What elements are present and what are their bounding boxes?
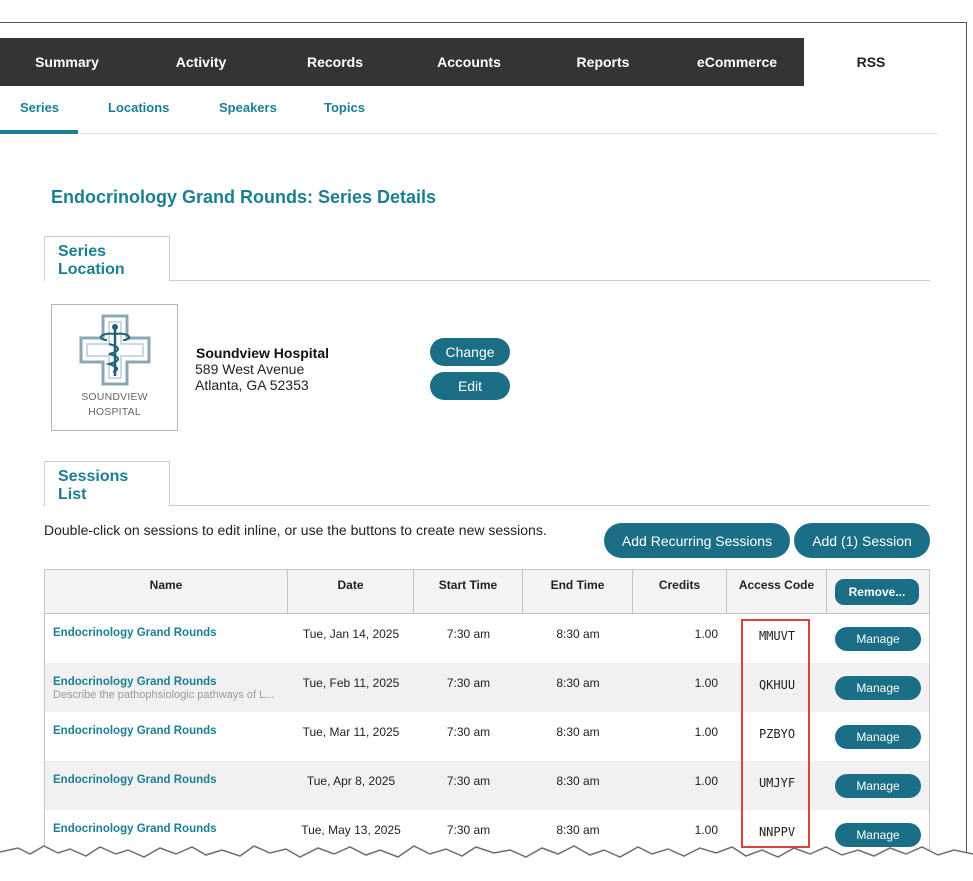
subtab-topics[interactable]: Topics xyxy=(324,100,365,115)
session-description: Describe the pathophsiologic pathways of… xyxy=(53,689,275,701)
add-session-button[interactable]: Add (1) Session xyxy=(794,523,930,558)
tab-ecommerce[interactable]: eCommerce xyxy=(670,38,804,86)
manage-button[interactable]: Manage xyxy=(835,627,921,651)
session-date: Tue, Apr 8, 2025 xyxy=(306,774,396,788)
session-end-time: 8:30 am xyxy=(556,627,600,641)
access-code-highlight xyxy=(741,619,810,848)
manage-button[interactable]: Manage xyxy=(835,774,921,798)
top-nav: Summary Activity Records Accounts Report… xyxy=(0,38,938,86)
sessions-list-tab-line1: Sessions xyxy=(58,468,129,485)
manage-button[interactable]: Manage xyxy=(835,725,921,749)
tab-records[interactable]: Records xyxy=(268,38,402,86)
subtab-speakers[interactable]: Speakers xyxy=(219,100,277,115)
sessions-instruction: Double-click on sessions to edit inline,… xyxy=(44,522,547,538)
session-date: Tue, Feb 11, 2025 xyxy=(302,676,400,690)
column-header-name[interactable]: Name xyxy=(45,570,288,613)
remove-button[interactable]: Remove... xyxy=(835,579,919,605)
session-date: Tue, Jan 14, 2025 xyxy=(302,627,400,641)
session-start-time: 7:30 am xyxy=(446,627,491,641)
tab-summary[interactable]: Summary xyxy=(0,38,134,86)
divider xyxy=(169,280,930,281)
column-header-date[interactable]: Date xyxy=(288,570,414,613)
session-name-link[interactable]: Endocrinology Grand Rounds xyxy=(53,627,288,639)
medical-cross-icon xyxy=(79,314,151,386)
session-start-time: 7:30 am xyxy=(446,774,491,788)
session-start-time: 7:30 am xyxy=(446,725,491,739)
session-credits: 1.00 xyxy=(694,627,718,641)
logo-text-line1: SOUNDVIEW xyxy=(81,391,148,403)
column-header-access-code[interactable]: Access Code xyxy=(727,570,827,613)
session-end-time: 8:30 am xyxy=(556,725,600,739)
session-name-link[interactable]: Endocrinology Grand Rounds xyxy=(53,774,288,786)
subtab-series[interactable]: Series xyxy=(20,100,59,115)
sub-nav: Series Locations Speakers Topics xyxy=(0,86,938,134)
logo-text-line2: HOSPITAL xyxy=(88,406,141,418)
column-header-end-time[interactable]: End Time xyxy=(523,570,633,613)
session-name-link[interactable]: Endocrinology Grand Rounds xyxy=(53,676,288,688)
divider xyxy=(169,505,930,506)
add-recurring-sessions-button[interactable]: Add Recurring Sessions xyxy=(604,523,790,558)
session-date: Tue, Mar 11, 2025 xyxy=(302,725,400,739)
table-header: Name Date Start Time End Time Credits Ac… xyxy=(45,570,929,614)
tab-activity[interactable]: Activity xyxy=(134,38,268,86)
column-header-credits[interactable]: Credits xyxy=(633,570,727,613)
column-header-start-time[interactable]: Start Time xyxy=(414,570,523,613)
tab-accounts[interactable]: Accounts xyxy=(402,38,536,86)
change-location-button[interactable]: Change xyxy=(430,338,510,366)
session-end-time: 8:30 am xyxy=(556,676,600,690)
location-name: Soundview Hospital xyxy=(196,345,330,361)
active-subtab-indicator xyxy=(0,130,78,134)
session-credits: 1.00 xyxy=(694,676,718,690)
session-credits: 1.00 xyxy=(694,774,718,788)
tab-rss[interactable]: RSS xyxy=(804,38,938,86)
sessions-list-tab-line2: List xyxy=(58,486,87,503)
page-title: Endocrinology Grand Rounds: Series Detai… xyxy=(51,187,437,207)
hospital-logo: SOUNDVIEW HOSPITAL xyxy=(51,304,178,431)
series-location-tab-line2: Location xyxy=(58,261,125,278)
sessions-list-tab: Sessions List xyxy=(44,461,170,506)
session-name-link[interactable]: Endocrinology Grand Rounds xyxy=(53,725,288,737)
session-end-time: 8:30 am xyxy=(556,774,600,788)
torn-edge xyxy=(0,845,973,881)
series-location-tab: Series Location xyxy=(44,236,170,281)
location-address-line1: 589 West Avenue xyxy=(195,361,305,377)
subtab-locations[interactable]: Locations xyxy=(108,100,169,115)
tab-reports[interactable]: Reports xyxy=(536,38,670,86)
session-start-time: 7:30 am xyxy=(446,676,491,690)
manage-button[interactable]: Manage xyxy=(835,676,921,700)
session-credits: 1.00 xyxy=(694,725,718,739)
location-address-line2: Atlanta, GA 52353 xyxy=(195,377,309,393)
column-header-actions: Remove... xyxy=(827,570,929,613)
edit-location-button[interactable]: Edit xyxy=(430,372,510,400)
series-location-tab-line1: Series xyxy=(58,243,107,260)
